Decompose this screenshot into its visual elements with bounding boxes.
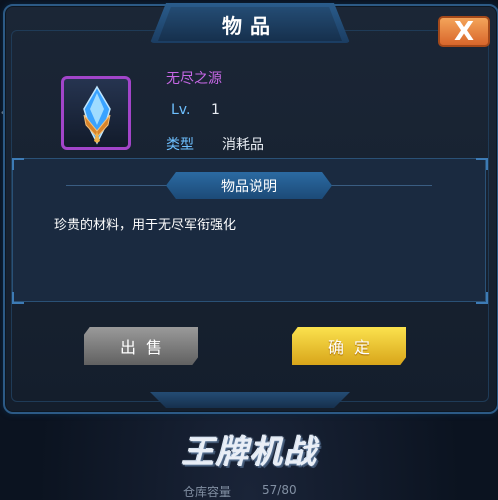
level-label: Lv. (171, 102, 191, 118)
confirm-button[interactable]: 确定 (292, 327, 406, 365)
item-icon-frame (61, 76, 131, 150)
type-value: 消耗品 (222, 137, 264, 153)
item-name: 无尽之源 (166, 71, 222, 87)
game-logo: 王牌机战 (152, 428, 348, 472)
panel-corner-bottom-left (12, 292, 24, 304)
close-icon: X (453, 16, 475, 47)
sell-button-label: 出售 (119, 338, 172, 357)
confirm-button-label: 确定 (327, 338, 380, 357)
type-label: 类型 (166, 137, 194, 153)
panel-corner-top-right (476, 158, 488, 170)
close-button[interactable]: X (438, 16, 490, 47)
description-text: 珍贵的材料，用于无尽军衔强化 (54, 218, 237, 233)
logo-text: 王牌机战 (181, 433, 318, 471)
dialog-title: 物品 (222, 14, 278, 38)
panel-corner-top-left (12, 158, 24, 170)
panel-corner-bottom-right (476, 292, 488, 304)
capacity-value: 57/80 (262, 483, 297, 497)
capacity-label: 仓库容量 (183, 485, 232, 499)
sell-button[interactable]: 出售 (84, 327, 198, 365)
dialog-bottom-tab (150, 392, 350, 408)
blue-crystal-icon (83, 85, 111, 145)
description-header: 物品说明 (221, 179, 277, 195)
level-value: 1 (211, 102, 220, 118)
